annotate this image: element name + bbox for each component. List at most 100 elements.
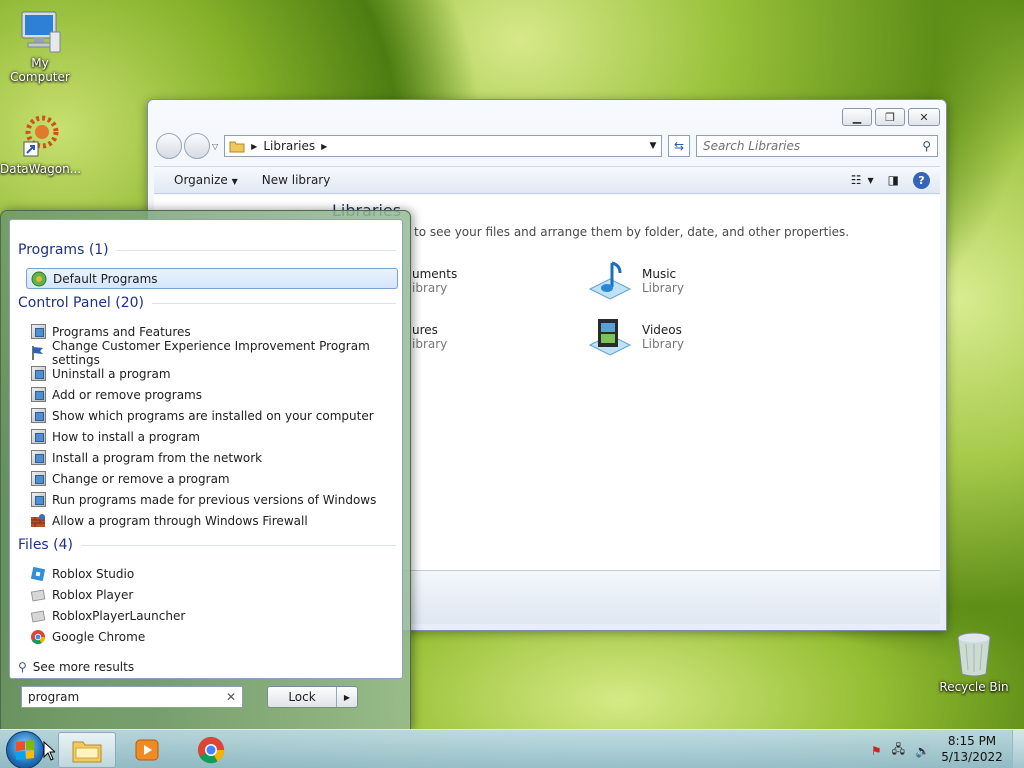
- libraries-description: to see your files and arrange them by fo…: [414, 225, 850, 239]
- power-options-arrow-icon[interactable]: ▶: [337, 687, 357, 707]
- preview-pane-button[interactable]: ◨: [888, 173, 899, 187]
- datawagon-label: DataWagon...: [0, 162, 82, 176]
- minimize-button[interactable]: ▁: [842, 108, 872, 126]
- result-show-installed-programs[interactable]: Show which programs are installed on you…: [26, 405, 398, 426]
- refresh-icon: ⇆: [673, 139, 685, 153]
- search-placeholder: Search Libraries: [703, 139, 801, 153]
- datawagon-shortcut[interactable]: DataWagon...: [0, 112, 82, 176]
- clock[interactable]: 8:15 PM 5/13/2022: [932, 733, 1012, 765]
- control-panel-icon: [30, 471, 46, 487]
- recycle-bin[interactable]: Recycle Bin: [934, 630, 1014, 694]
- library-type: Library: [642, 337, 684, 351]
- group-divider: [116, 249, 396, 251]
- programs-group-header[interactable]: Programs (1): [18, 242, 396, 258]
- media-player-icon: [135, 739, 159, 761]
- address-dropdown-icon[interactable]: ▼: [645, 141, 661, 151]
- result-google-chrome[interactable]: Google Chrome: [26, 626, 398, 647]
- files-group-header[interactable]: Files (4): [18, 537, 396, 553]
- library-type: ibrary: [412, 337, 448, 351]
- control-panel-group-header[interactable]: Control Panel (20): [18, 295, 396, 311]
- result-roblox-player-launcher[interactable]: RobloxPlayerLauncher: [26, 605, 398, 626]
- forward-button[interactable]: [184, 133, 210, 159]
- result-label: Programs and Features: [52, 324, 191, 339]
- result-roblox-studio[interactable]: Roblox Studio: [26, 563, 398, 584]
- search-libraries-input[interactable]: Search Libraries ⚲: [696, 135, 938, 157]
- taskbar-explorer-button[interactable]: [58, 732, 116, 768]
- help-button[interactable]: ?: [913, 171, 930, 189]
- preview-pane-icon: ◨: [887, 173, 899, 187]
- my-computer-label: My Computer: [10, 56, 70, 84]
- new-library-button[interactable]: New library: [262, 173, 331, 187]
- result-uninstall-program[interactable]: Uninstall a program: [26, 363, 398, 384]
- my-computer-icon[interactable]: My Computer: [0, 10, 80, 84]
- computer-icon: [21, 11, 61, 53]
- videos-library[interactable]: Videos Library: [586, 315, 684, 359]
- magnifier-icon: ⚲: [18, 660, 27, 674]
- control-panel-icon: [30, 408, 46, 424]
- library-name: Videos: [642, 323, 682, 337]
- flag-icon: [30, 345, 46, 361]
- result-change-remove-program[interactable]: Change or remove a program: [26, 468, 398, 489]
- lock-button[interactable]: Lock ▶: [267, 686, 358, 708]
- organize-menu[interactable]: Organize ▼: [174, 173, 238, 187]
- recent-pages-chevron-icon[interactable]: ▽: [212, 142, 218, 151]
- network-icon[interactable]: 🖧: [892, 740, 905, 761]
- result-firewall-allow-program[interactable]: Allow a program through Windows Firewall: [26, 510, 398, 531]
- close-icon: ✕: [919, 110, 929, 124]
- music-library-icon: [588, 261, 632, 300]
- see-more-results-link[interactable]: ⚲ See more results: [18, 660, 134, 674]
- result-compatibility-mode[interactable]: Run programs made for previous versions …: [26, 489, 398, 510]
- result-label: Install a program from the network: [52, 450, 263, 465]
- close-button[interactable]: ✕: [908, 108, 940, 126]
- result-label: Default Programs: [53, 271, 158, 286]
- result-label: How to install a program: [52, 429, 200, 444]
- result-add-remove-programs[interactable]: Add or remove programs: [26, 384, 398, 405]
- breadcrumb-separator-icon[interactable]: ▶: [321, 142, 327, 151]
- start-button[interactable]: [6, 731, 44, 768]
- taskbar-media-player-button[interactable]: [118, 732, 176, 768]
- result-label: RobloxPlayerLauncher: [52, 608, 186, 623]
- result-customer-experience-settings[interactable]: Change Customer Experience Improvement P…: [26, 339, 398, 367]
- back-button[interactable]: [156, 133, 182, 159]
- libraries-folder-icon: [229, 141, 245, 153]
- change-view-button[interactable]: ☷ ▼: [851, 173, 874, 187]
- refresh-button[interactable]: ⇆: [668, 135, 690, 157]
- firewall-icon: [30, 513, 46, 529]
- result-label: Run programs made for previous versions …: [52, 492, 377, 507]
- result-label: Add or remove programs: [52, 387, 202, 402]
- chrome-icon: [197, 736, 225, 764]
- music-library[interactable]: Music Library: [586, 259, 684, 303]
- view-icon: ☷: [850, 173, 862, 187]
- see-more-label: See more results: [32, 660, 135, 674]
- result-label: Roblox Player: [52, 587, 134, 602]
- clear-search-icon[interactable]: ✕: [226, 690, 236, 704]
- pictures-library[interactable]: ures ibrary: [412, 323, 447, 351]
- group-divider: [152, 302, 396, 304]
- recycle-bin-label: Recycle Bin: [939, 680, 1009, 694]
- result-install-from-network[interactable]: Install a program from the network: [26, 447, 398, 468]
- breadcrumb-libraries[interactable]: Libraries: [263, 139, 315, 153]
- default-programs-icon: [31, 271, 47, 287]
- result-default-programs[interactable]: Default Programs: [26, 268, 398, 289]
- navigation-bar: ▽ ▶ Libraries ▶ ▼ ⇆ Search Libraries ⚲: [156, 133, 938, 159]
- files-group-label: Files (4): [18, 537, 74, 553]
- documents-library[interactable]: uments ibrary: [412, 267, 457, 295]
- roblox-player-icon: [30, 587, 46, 603]
- notification-area: ⚑ 🖧 🔊: [871, 740, 930, 761]
- breadcrumb-separator-icon: ▶: [251, 141, 258, 151]
- result-label: Roblox Studio: [52, 566, 135, 581]
- result-how-to-install[interactable]: How to install a program: [26, 426, 398, 447]
- volume-icon[interactable]: 🔊: [915, 744, 930, 758]
- taskbar-chrome-button[interactable]: [182, 732, 240, 768]
- start-search-input[interactable]: program ✕: [21, 686, 243, 708]
- mouse-cursor-icon: [43, 740, 57, 764]
- result-roblox-player[interactable]: Roblox Player: [26, 584, 398, 605]
- show-desktop-button[interactable]: [1012, 730, 1024, 768]
- action-center-flag-icon[interactable]: ⚑: [871, 744, 882, 758]
- maximize-button[interactable]: ❐: [875, 108, 905, 126]
- library-name: Music: [642, 267, 677, 281]
- result-label: Google Chrome: [52, 629, 146, 644]
- library-type: ibrary: [412, 281, 448, 295]
- organize-dropdown-icon: ▼: [231, 177, 238, 186]
- address-bar[interactable]: ▶ Libraries ▶ ▼: [224, 135, 662, 157]
